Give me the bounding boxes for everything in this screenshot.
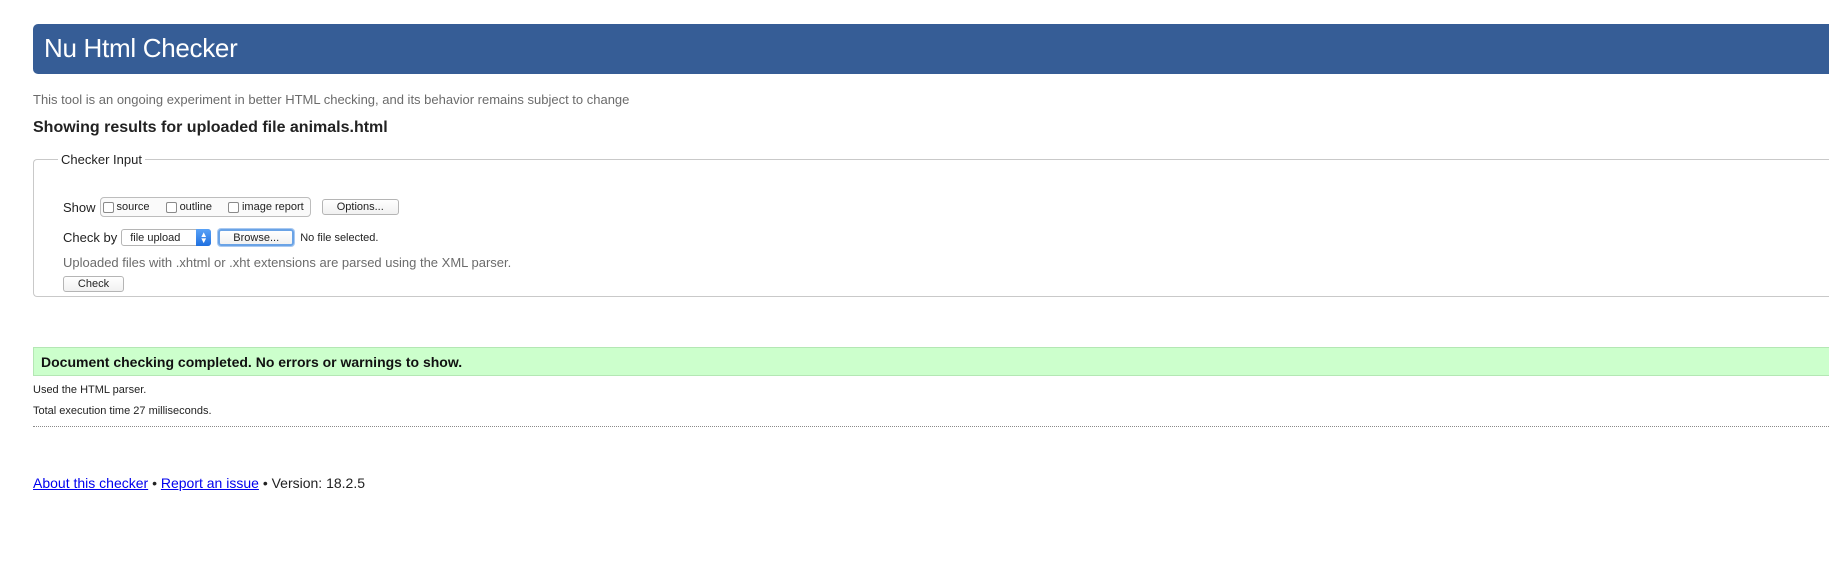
file-status: No file selected. [300,231,379,244]
image-report-checkbox[interactable] [227,201,239,213]
check-by-value: file upload [130,231,181,244]
footer-separator-2: • [262,475,268,491]
show-image-report-option[interactable]: image report [227,201,304,213]
outline-checkbox[interactable] [165,201,177,213]
dotted-divider [33,426,1829,427]
show-outline-option[interactable]: outline [165,201,212,213]
check-button[interactable]: Check [63,276,124,292]
checker-input-legend: Checker Input [61,152,142,167]
execution-time: Total execution time 27 milliseconds. [33,405,212,417]
about-checker-link[interactable]: About this checker [33,475,148,491]
success-banner: Document checking completed. No errors o… [33,347,1829,376]
version-text: Version: 18.2.5 [271,475,366,491]
parser-info: Used the HTML parser. [33,384,147,396]
show-row: Show source outline image report Options… [63,197,399,217]
browse-button[interactable]: Browse... [218,229,295,246]
footer: About this checker • Report an issue • V… [33,475,365,491]
experiment-notice: This tool is an ongoing experiment in be… [33,92,630,107]
success-message: Document checking completed. No errors o… [41,354,463,370]
outline-label: outline [179,201,212,213]
show-source-option[interactable]: source [102,201,150,213]
checker-input-fieldset: Checker Input Show source outline image … [33,152,1829,297]
report-issue-link[interactable]: Report an issue [161,475,259,491]
check-by-select[interactable]: file upload ▲ ▼ [121,229,212,246]
source-label: source [116,201,150,213]
source-checkbox[interactable] [102,201,114,213]
check-row: Check [63,276,124,292]
select-stepper-icon: ▲ ▼ [196,229,212,246]
image-report-label: image report [241,201,304,213]
page-title: Nu Html Checker [44,33,238,63]
page: Nu Html Checker This tool is an ongoing … [0,0,1829,561]
options-button[interactable]: Options... [321,199,399,215]
check-by-label: Check by [63,230,118,245]
show-options-group: source outline image report [99,197,311,217]
footer-separator-1: • [152,475,157,491]
header-banner: Nu Html Checker [33,24,1829,74]
results-heading: Showing results for uploaded file animal… [33,119,388,136]
show-label: Show [63,199,96,215]
check-by-row: Check by file upload ▲ ▼ Browse... No fil… [63,229,378,246]
xml-parser-note: Uploaded files with .xhtml or .xht exten… [63,255,512,270]
